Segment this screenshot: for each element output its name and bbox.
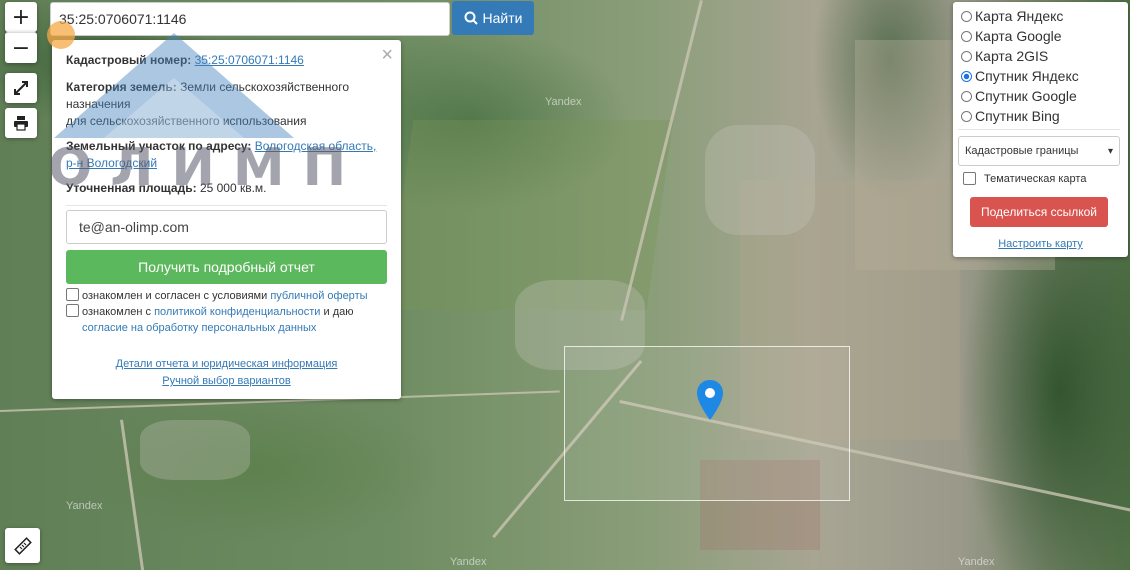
village bbox=[140, 420, 250, 480]
agree1-text: ознакомлен и согласен с условиями bbox=[82, 290, 268, 302]
agree-privacy-row: ознакомлен с политикой конфиденциальност… bbox=[66, 304, 386, 336]
radio-button[interactable] bbox=[961, 50, 972, 62]
share-link-button[interactable]: Поделиться ссылкой bbox=[970, 197, 1108, 227]
fullscreen-button[interactable] bbox=[5, 73, 37, 103]
thematic-label: Тематическая карта bbox=[984, 172, 1087, 185]
yandex-watermark: Yandex bbox=[450, 556, 487, 568]
layer-radio-list: Карта Яндекс Карта Google Карта 2GIS Спутни… bbox=[961, 6, 1120, 126]
offer-checkbox[interactable] bbox=[66, 288, 79, 301]
layer-option-label: Спутник Яндекс bbox=[975, 68, 1079, 84]
radio-button[interactable] bbox=[961, 10, 972, 22]
offer-link[interactable]: публичной оферты bbox=[270, 290, 367, 302]
layer-option-label: Спутник Google bbox=[975, 88, 1077, 104]
agree2-text-2: и даю bbox=[323, 306, 354, 318]
get-report-button[interactable]: Получить подробный отчет bbox=[66, 250, 387, 284]
cadastral-link[interactable]: 35:25:0706071:1146 bbox=[195, 53, 304, 67]
divider bbox=[66, 205, 387, 206]
thematic-map-row: Тематическая карта bbox=[963, 172, 1086, 185]
print-button[interactable] bbox=[5, 108, 37, 138]
search-input[interactable] bbox=[50, 2, 450, 36]
layer-select-value: Кадастровые границы bbox=[965, 145, 1079, 157]
thematic-checkbox[interactable] bbox=[963, 172, 976, 185]
zoom-out-button[interactable]: − bbox=[5, 32, 37, 63]
category-value-2: для сельскохозяйственного использования bbox=[66, 114, 307, 128]
address-label: Земельный участок по адресу: bbox=[66, 139, 252, 153]
zoom-in-button[interactable]: + bbox=[5, 2, 37, 32]
cadastral-layer-select[interactable]: Кадастровые границы ▾ bbox=[958, 136, 1120, 166]
ruler-button[interactable] bbox=[5, 528, 40, 563]
close-icon[interactable]: × bbox=[381, 44, 393, 67]
layer-option[interactable]: Спутник Google bbox=[961, 86, 1120, 106]
manual-select-link[interactable]: Ручной выбор вариантов bbox=[162, 375, 290, 387]
divider bbox=[958, 129, 1120, 130]
address-row: Земельный участок по адресу: Вологодская… bbox=[66, 138, 387, 172]
search-button-label: Найти bbox=[482, 10, 523, 26]
layer-option[interactable]: Карта 2GIS bbox=[961, 46, 1120, 66]
details-link[interactable]: Детали отчета и юридическая информация bbox=[116, 358, 338, 370]
agree2-text: ознакомлен с bbox=[82, 306, 152, 318]
cadastral-plot-outline[interactable] bbox=[564, 346, 850, 501]
search-icon bbox=[464, 11, 478, 25]
consent-link[interactable]: согласие на обработку персональных данны… bbox=[82, 322, 316, 334]
radio-button[interactable] bbox=[961, 110, 972, 122]
layer-option[interactable]: Спутник Яндекс bbox=[961, 66, 1120, 86]
privacy-checkbox[interactable] bbox=[66, 304, 79, 317]
cadastral-label: Кадастровый номер: bbox=[66, 53, 192, 67]
radio-button[interactable] bbox=[961, 70, 972, 82]
cadastral-row: Кадастровый номер: 35:25:0706071:1146 bbox=[66, 52, 387, 69]
setup-map-link[interactable]: Настроить карту bbox=[998, 238, 1083, 250]
area-label: Уточненная площадь: bbox=[66, 181, 197, 195]
layer-option[interactable]: Спутник Bing bbox=[961, 106, 1120, 126]
ruler-icon bbox=[13, 536, 32, 555]
yandex-watermark: Yandex bbox=[958, 556, 995, 568]
expand-icon bbox=[14, 81, 28, 95]
search-button[interactable]: Найти bbox=[452, 1, 534, 35]
plot-info-panel: × Кадастровый номер: 35:25:0706071:1146 … bbox=[52, 40, 401, 399]
chevron-down-icon: ▾ bbox=[1107, 145, 1113, 157]
category-row: Категория земель: Земли сельскохозяйстве… bbox=[66, 79, 387, 130]
radio-button[interactable] bbox=[961, 30, 972, 42]
email-field[interactable] bbox=[66, 210, 387, 244]
layer-option[interactable]: Карта Google bbox=[961, 26, 1120, 46]
layer-option-label: Карта Google bbox=[975, 28, 1062, 44]
area-value: 25 000 кв.м. bbox=[199, 181, 267, 195]
location-marker-icon[interactable] bbox=[697, 380, 723, 420]
category-label: Категория земель: bbox=[66, 80, 177, 94]
layer-option[interactable]: Карта Яндекс bbox=[961, 6, 1120, 26]
village bbox=[705, 125, 815, 235]
map-layers-panel: Карта Яндекс Карта Google Карта 2GIS Спутни… bbox=[953, 2, 1128, 257]
yandex-watermark: Yandex bbox=[545, 96, 582, 108]
area-row: Уточненная площадь: 25 000 кв.м. bbox=[66, 180, 387, 197]
privacy-link[interactable]: политикой конфиденциальности bbox=[154, 306, 320, 318]
layer-option-label: Карта Яндекс bbox=[975, 8, 1064, 24]
layer-option-label: Спутник Bing bbox=[975, 108, 1060, 124]
printer-icon bbox=[14, 116, 28, 131]
layer-option-label: Карта 2GIS bbox=[975, 48, 1049, 64]
radio-button[interactable] bbox=[961, 90, 972, 102]
agree-offer-row: ознакомлен и согласен с условиями публич… bbox=[66, 288, 386, 304]
yandex-watermark: Yandex bbox=[66, 500, 103, 512]
